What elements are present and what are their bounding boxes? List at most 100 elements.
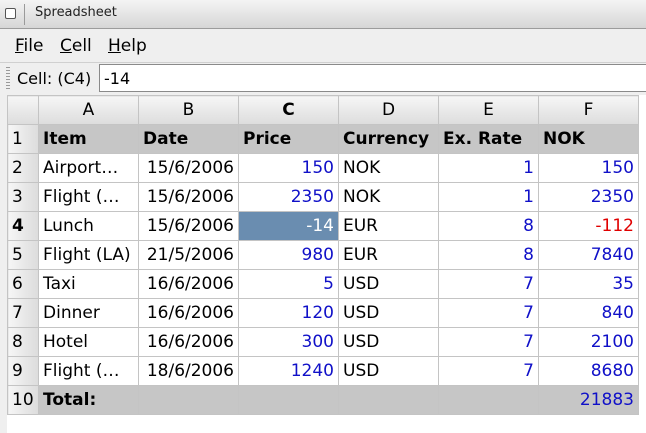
price-cell[interactable]: 300 [238,327,339,357]
grid-cell[interactable] [438,385,539,415]
currency-cell[interactable]: USD [338,269,439,299]
currency-cell[interactable]: USD [338,327,439,357]
grid-cell[interactable] [338,385,439,415]
price-cell[interactable]: 150 [238,153,339,183]
rate-cell[interactable]: 8 [438,211,539,241]
item-cell[interactable]: Dinner [38,298,139,328]
price-cell[interactable]: 980 [238,240,339,270]
currency-cell[interactable]: NOK [338,182,439,212]
table-row: 3 Flight (… 15/6/2006 2350 NOK 1 2350 [7,182,639,212]
grid-cell[interactable] [238,385,339,415]
table-row: 1 Item Date Price Currency Ex. Rate NOK [7,124,639,154]
row-header[interactable]: 10 [7,385,39,415]
item-cell[interactable]: Flight (… [38,182,139,212]
grid-cell[interactable]: Ex. Rate [438,124,539,154]
currency-cell[interactable]: EUR [338,240,439,270]
title-separator [24,4,25,25]
date-cell[interactable]: 15/6/2006 [138,153,239,183]
total-label[interactable]: Total: [38,385,139,415]
column-header-c[interactable]: C [238,95,339,125]
currency-cell[interactable]: NOK [338,153,439,183]
rate-cell[interactable]: 7 [438,298,539,328]
rate-cell[interactable]: 7 [438,327,539,357]
select-all-corner[interactable] [7,95,39,125]
grid-cell[interactable]: Price [238,124,339,154]
item-cell[interactable]: Taxi [38,269,139,299]
price-cell[interactable]: 1240 [238,356,339,386]
grid-cell[interactable]: Item [38,124,139,154]
rate-cell[interactable]: 8 [438,240,539,270]
row-header[interactable]: 1 [7,124,39,154]
item-cell[interactable]: Airport… [38,153,139,183]
nok-cell[interactable]: 840 [538,298,639,328]
toolbar-grip[interactable] [6,67,10,91]
grid-cell[interactable] [138,385,239,415]
menu-file[interactable]: File [15,36,43,56]
rate-cell[interactable]: 1 [438,182,539,212]
grid-cell[interactable]: Date [138,124,239,154]
nok-cell[interactable]: 7840 [538,240,639,270]
date-cell[interactable]: 16/6/2006 [138,327,239,357]
row-header[interactable]: 6 [7,269,39,299]
row-header[interactable]: 9 [7,356,39,386]
column-header-b[interactable]: B [138,95,239,125]
table-row: 4 Lunch 15/6/2006 -14 EUR 8 -112 [7,211,639,241]
total-nok-cell[interactable]: 21883 [538,385,639,415]
nok-cell[interactable]: 150 [538,153,639,183]
table-row: 8 Hotel 16/6/2006 300 USD 7 2100 [7,327,639,357]
row-header[interactable]: 4 [7,211,39,241]
date-cell[interactable]: 18/6/2006 [138,356,239,386]
nok-cell[interactable]: 2350 [538,182,639,212]
table-row: 7 Dinner 16/6/2006 120 USD 7 840 [7,298,639,328]
row-header[interactable]: 3 [7,182,39,212]
menu-help[interactable]: Help [108,36,147,56]
total-row: 10 Total: 21883 [7,385,639,415]
date-cell[interactable]: 16/6/2006 [138,269,239,299]
nok-cell[interactable]: -112 [538,211,639,241]
column-header-d[interactable]: D [338,95,439,125]
date-cell[interactable]: 15/6/2006 [138,182,239,212]
currency-cell[interactable]: USD [338,356,439,386]
currency-cell[interactable]: USD [338,298,439,328]
table-row: 2 Airport… 15/6/2006 150 NOK 1 150 [7,153,639,183]
item-cell[interactable]: Flight (LA) [38,240,139,270]
rate-cell[interactable]: 7 [438,269,539,299]
column-header-f[interactable]: F [538,95,639,125]
price-cell[interactable]: 2350 [238,182,339,212]
date-cell[interactable]: 16/6/2006 [138,298,239,328]
grid-cell[interactable]: NOK [538,124,639,154]
item-cell[interactable]: Hotel [38,327,139,357]
rate-cell[interactable]: 7 [438,356,539,386]
rate-cell[interactable]: 1 [438,153,539,183]
date-cell[interactable]: 15/6/2006 [138,211,239,241]
window-title: Spreadsheet [35,5,117,20]
nok-cell[interactable]: 8680 [538,356,639,386]
nok-cell[interactable]: 35 [538,269,639,299]
column-header-row: A B C D E F [7,95,639,125]
menu-cell[interactable]: Cell [60,36,92,56]
spreadsheet-grid[interactable]: A B C D E F 1 Item Date Price Currency E… [7,95,646,433]
grid-cell[interactable]: Currency [338,124,439,154]
item-cell[interactable]: Flight (… [38,356,139,386]
price-cell[interactable]: 5 [238,269,339,299]
item-cell[interactable]: Lunch [38,211,139,241]
price-cell[interactable]: 120 [238,298,339,328]
table-row: 9 Flight (… 18/6/2006 1240 USD 7 8680 [7,356,639,386]
column-header-a[interactable]: A [38,95,139,125]
table-row: 6 Taxi 16/6/2006 5 USD 7 35 [7,269,639,299]
cell-value-input[interactable] [99,64,646,92]
row-header[interactable]: 5 [7,240,39,270]
row-header[interactable]: 7 [7,298,39,328]
date-cell[interactable]: 21/5/2006 [138,240,239,270]
title-bar: Spreadsheet [0,0,646,29]
menu-bar: File Cell Help [0,29,646,62]
row-header[interactable]: 8 [7,327,39,357]
cell-toolbar: Cell: (C4) [0,62,646,95]
selected-cell[interactable]: -14 [238,211,339,241]
row-header[interactable]: 2 [7,153,39,183]
column-header-e[interactable]: E [438,95,539,125]
window-menu-icon[interactable] [5,8,16,19]
currency-cell[interactable]: EUR [338,211,439,241]
nok-cell[interactable]: 2100 [538,327,639,357]
cell-reference-label: Cell: (C4) [17,69,92,88]
